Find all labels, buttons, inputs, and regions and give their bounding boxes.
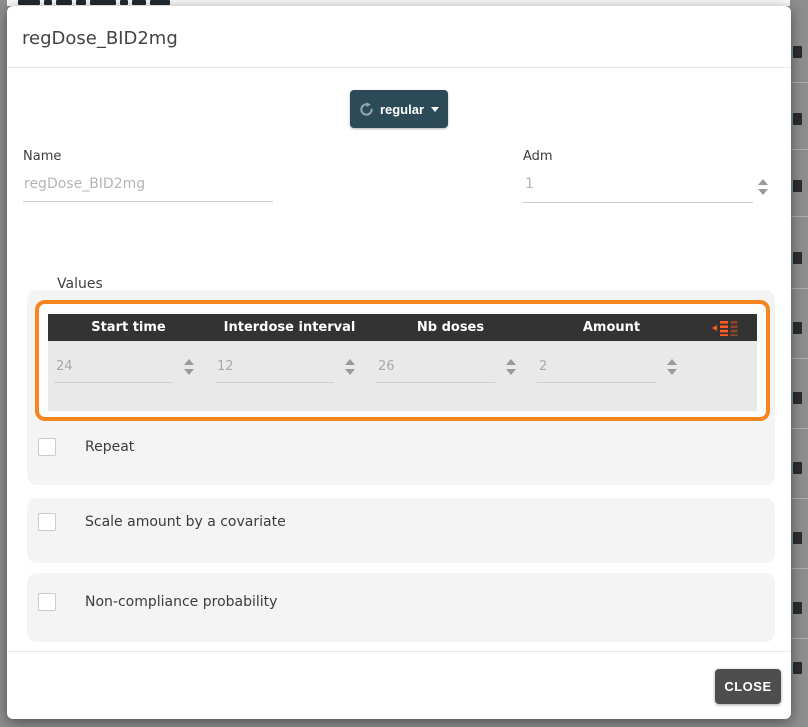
name-field-label: Name <box>23 149 61 164</box>
non-compliance-checkbox-row: Non-compliance probability <box>38 593 277 611</box>
background-row-divider <box>790 288 808 289</box>
empty-icon-column-cell <box>692 359 757 411</box>
adm-input-underline <box>523 202 753 203</box>
stepper-down-icon[interactable] <box>345 369 355 375</box>
background-row-item <box>793 46 802 58</box>
dialog-title: regDose_BID2mg <box>22 28 178 49</box>
non-compliance-panel: Non-compliance probability <box>27 573 775 642</box>
repeat-checkbox-row: Repeat <box>38 438 134 456</box>
background-row-divider <box>790 358 808 359</box>
dose-type-label: regular <box>380 102 424 117</box>
interdose-interval-stepper[interactable] <box>344 359 356 375</box>
values-table-header: Start time Interdose interval Nb doses A… <box>48 314 757 341</box>
start-time-input[interactable]: 24 <box>54 359 173 383</box>
column-header-interdose-interval: Interdose interval <box>209 320 370 335</box>
background-row-item <box>793 662 802 674</box>
repeat-checkbox[interactable] <box>38 438 56 456</box>
background-row-item <box>793 532 802 544</box>
name-input-underline <box>23 201 273 202</box>
values-table: Start time Interdose interval Nb doses A… <box>35 300 770 421</box>
nb-doses-cell: 26 <box>370 359 531 411</box>
stepper-down-icon[interactable] <box>506 369 516 375</box>
nb-doses-stepper[interactable] <box>505 359 517 375</box>
background-row-divider <box>790 149 808 150</box>
start-time-stepper[interactable] <box>183 359 195 375</box>
scale-amount-checkbox-row: Scale amount by a covariate <box>38 513 286 531</box>
scale-amount-panel: Scale amount by a covariate <box>27 498 775 563</box>
screen: regDose_BID2mg regular Name regDose_BID2… <box>0 0 808 727</box>
stepper-up-icon[interactable] <box>667 359 677 365</box>
background-row-divider <box>790 568 808 569</box>
amount-stepper[interactable] <box>666 359 678 375</box>
stepper-down-icon[interactable] <box>758 189 768 195</box>
stepper-down-icon[interactable] <box>184 369 194 375</box>
background-row-item <box>793 322 802 334</box>
dose-type-dropdown-button[interactable]: regular <box>350 90 448 128</box>
background-row-divider <box>790 498 808 499</box>
close-button[interactable]: CLOSE <box>715 669 781 704</box>
background-right-strip <box>790 0 808 727</box>
dialog-header: regDose_BID2mg <box>7 6 791 68</box>
background-row-divider <box>790 428 808 429</box>
background-row-item <box>793 180 802 192</box>
background-row-divider <box>790 638 808 639</box>
stepper-down-icon[interactable] <box>667 369 677 375</box>
name-input[interactable]: regDose_BID2mg <box>24 176 145 192</box>
amount-cell: 2 <box>531 359 692 411</box>
background-row-item <box>793 113 802 125</box>
adm-field-label: Adm <box>523 149 553 164</box>
interdose-interval-input[interactable]: 12 <box>215 359 334 383</box>
stepper-up-icon[interactable] <box>506 359 516 365</box>
non-compliance-label: Non-compliance probability <box>85 594 277 610</box>
non-compliance-checkbox[interactable] <box>38 593 56 611</box>
adm-stepper[interactable] <box>757 173 769 201</box>
interdose-interval-cell: 12 <box>209 359 370 411</box>
values-panel: Start time Interdose interval Nb doses A… <box>27 290 775 485</box>
nb-doses-input[interactable]: 26 <box>376 359 495 383</box>
stepper-up-icon[interactable] <box>345 359 355 365</box>
repeat-label: Repeat <box>85 439 134 455</box>
column-header-nb-doses: Nb doses <box>370 320 531 335</box>
start-time-cell: 24 <box>48 359 209 411</box>
chevron-down-icon <box>431 107 439 112</box>
amount-input[interactable]: 2 <box>537 359 656 383</box>
column-header-start-time: Start time <box>48 320 209 335</box>
stepper-up-icon[interactable] <box>758 179 768 185</box>
background-row-divider <box>790 82 808 83</box>
stepper-up-icon[interactable] <box>184 359 194 365</box>
collapse-columns-icon[interactable] <box>692 320 757 336</box>
column-header-amount: Amount <box>531 320 692 335</box>
background-row-item <box>793 252 802 264</box>
adm-input[interactable]: 1 <box>525 176 534 192</box>
values-table-row: 24 12 26 <box>48 341 757 411</box>
background-row-item <box>793 462 802 474</box>
dialog-footer: CLOSE <box>7 651 791 719</box>
background-row-item <box>793 602 802 614</box>
refresh-icon <box>359 102 374 117</box>
background-row-divider <box>790 216 808 217</box>
background-row-item <box>793 392 802 404</box>
scale-amount-checkbox[interactable] <box>38 513 56 531</box>
dose-regimen-dialog: regDose_BID2mg regular Name regDose_BID2… <box>7 6 791 719</box>
scale-amount-label: Scale amount by a covariate <box>85 514 286 530</box>
